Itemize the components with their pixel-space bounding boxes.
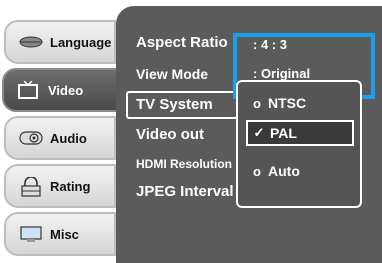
speaker-icon bbox=[18, 129, 44, 147]
tab-audio[interactable]: Audio bbox=[4, 116, 116, 160]
tab-video[interactable]: Video bbox=[2, 68, 120, 112]
tv-icon bbox=[16, 80, 42, 99]
option-tv-system[interactable]: TV System bbox=[136, 96, 213, 113]
dropdown-item-label: PAL bbox=[270, 125, 297, 141]
tab-label: Audio bbox=[50, 130, 87, 146]
tab-label: Misc bbox=[50, 226, 79, 242]
settings-screen: Language Video Audio Rating Misc Aspect … bbox=[0, 0, 382, 263]
dropdown-item-ntsc[interactable]: o NTSC bbox=[246, 90, 354, 116]
lock-icon bbox=[18, 176, 44, 197]
dropdown-item-label: Auto bbox=[268, 163, 300, 179]
option-view-mode[interactable]: View Mode bbox=[136, 66, 208, 82]
check-icon: ✓ bbox=[253, 125, 265, 140]
dropdown-item-auto[interactable]: o Auto bbox=[246, 158, 354, 184]
lips-icon bbox=[18, 33, 44, 51]
tab-rating[interactable]: Rating bbox=[4, 164, 116, 208]
tab-misc[interactable]: Misc bbox=[4, 212, 116, 256]
radio-icon: o bbox=[253, 95, 261, 111]
option-video-out[interactable]: Video out bbox=[136, 126, 204, 143]
option-jpeg-interval[interactable]: JPEG Interval bbox=[136, 183, 234, 200]
dropdown-item-label: NTSC bbox=[268, 95, 307, 111]
sidebar: Language Video Audio Rating Misc bbox=[0, 8, 122, 263]
radio-icon: o bbox=[253, 163, 261, 179]
tab-label: Video bbox=[48, 82, 84, 98]
monitor-icon bbox=[18, 225, 44, 243]
dropdown-item-pal[interactable]: ✓ PAL bbox=[246, 120, 354, 146]
option-aspect-ratio[interactable]: Aspect Ratio bbox=[136, 34, 228, 51]
tv-system-dropdown[interactable]: o NTSC ✓ PAL o Auto bbox=[236, 80, 362, 208]
option-hdmi-resolution[interactable]: HDMI Resolution bbox=[136, 157, 232, 171]
tab-language[interactable]: Language bbox=[4, 20, 116, 64]
tab-label: Language bbox=[50, 34, 112, 50]
tab-label: Rating bbox=[50, 178, 91, 194]
